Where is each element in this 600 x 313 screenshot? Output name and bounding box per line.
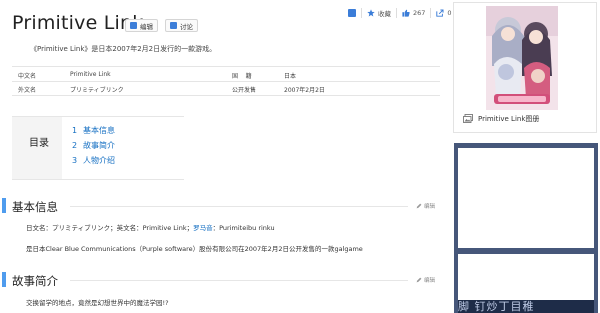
catalog-item-number: 3 bbox=[72, 156, 78, 165]
favorite-button[interactable]: 收藏 bbox=[367, 8, 391, 18]
gallery-icon bbox=[463, 114, 473, 123]
section-edit-label: 编辑 bbox=[424, 278, 436, 284]
divider bbox=[361, 8, 362, 18]
info-divider-bottom bbox=[12, 95, 440, 96]
divider bbox=[396, 8, 397, 18]
story-line-1: 交换留学的地点，竟然是幻想世界中的魔法学园!? bbox=[26, 299, 169, 307]
info-value-release: 2007年2月2日 bbox=[284, 87, 325, 94]
catalog-item-label: 基本信息 bbox=[83, 126, 115, 135]
thumbs-up-icon bbox=[402, 9, 410, 17]
like-count: 267 bbox=[413, 9, 426, 17]
info-value-chinese-name: Primitive Link bbox=[70, 71, 111, 78]
basic-info-line-1: 日文名：プリミティブリンク；英文名：Primitive Link；罗马音：Pur… bbox=[26, 222, 275, 232]
album-cover-image[interactable] bbox=[486, 6, 558, 110]
section-title-basic-info: 基本信息 bbox=[12, 200, 58, 214]
comment-icon bbox=[170, 22, 177, 29]
romaji-link[interactable]: 罗马音 bbox=[193, 224, 213, 232]
section-divider bbox=[70, 206, 408, 207]
favorite-label: 收藏 bbox=[378, 10, 391, 18]
section-title-story: 故事简介 bbox=[12, 274, 58, 288]
info-divider-middle bbox=[12, 81, 440, 82]
catalog-item-number: 1 bbox=[72, 126, 78, 135]
romaji-text: ：Purimiteibu rinku bbox=[212, 224, 275, 232]
pencil-icon bbox=[416, 203, 422, 209]
sidebar-banner-panel bbox=[458, 148, 594, 248]
info-divider-top bbox=[12, 66, 440, 67]
edit-button-label: 编辑 bbox=[140, 22, 153, 31]
share-icon bbox=[436, 9, 444, 17]
share-button[interactable]: 0 bbox=[436, 9, 452, 17]
section-edit-button[interactable]: 编辑 bbox=[416, 276, 435, 284]
album-label[interactable]: Primitive Link图册 bbox=[478, 114, 539, 124]
info-label-foreign-name: 外文名 bbox=[18, 87, 37, 94]
section-marker bbox=[2, 198, 6, 213]
catalog-item-label: 故事简介 bbox=[83, 141, 115, 150]
info-label-chinese-name: 中文名 bbox=[18, 73, 37, 80]
catalog-item-characters[interactable]: 3 人物介绍 bbox=[72, 155, 115, 166]
edit-button[interactable]: 编辑 bbox=[125, 19, 158, 32]
section-marker bbox=[2, 272, 6, 287]
catalog-title: 目录 bbox=[29, 138, 49, 149]
pencil-icon bbox=[130, 22, 137, 29]
action-bar: 收藏 267 0 bbox=[348, 6, 452, 20]
section-edit-label: 编辑 bbox=[424, 204, 436, 210]
section-divider bbox=[70, 280, 408, 281]
page-title: Primitive Link bbox=[12, 12, 144, 34]
section-edit-button[interactable]: 编辑 bbox=[416, 202, 435, 210]
info-value-foreign-name: プリミティブリンク bbox=[70, 87, 124, 94]
info-value-country: 日本 bbox=[284, 73, 297, 80]
discuss-button[interactable]: 讨论 bbox=[165, 19, 198, 32]
catalog-item-story[interactable]: 2 故事简介 bbox=[72, 140, 115, 151]
info-label-country: 国 籍 bbox=[232, 73, 252, 80]
edit-square-icon[interactable] bbox=[348, 9, 356, 17]
divider bbox=[430, 8, 432, 18]
summary-text: 《Primitive Link》是日本2007年2月2日发行的一款游戏。 bbox=[30, 45, 217, 53]
star-icon bbox=[367, 9, 375, 17]
sidebar-banner-text: 脚 钉炒丁目稚 bbox=[458, 300, 594, 313]
discuss-button-label: 讨论 bbox=[180, 22, 193, 31]
catalog-item-number: 2 bbox=[72, 141, 78, 150]
catalog-item-basic-info[interactable]: 1 基本信息 bbox=[72, 125, 115, 136]
pencil-icon bbox=[416, 277, 422, 283]
like-button[interactable]: 267 bbox=[402, 9, 425, 17]
sidebar-banner-panel bbox=[458, 254, 594, 300]
names-text: 日文名：プリミティブリンク；英文名：Primitive Link； bbox=[26, 224, 194, 232]
info-label-release: 公开发售 bbox=[232, 87, 257, 94]
share-count: 0 bbox=[447, 9, 452, 17]
basic-info-line-2: 是日本Clear Blue Communications（Purple soft… bbox=[26, 245, 363, 253]
catalog-item-label: 人物介绍 bbox=[83, 156, 115, 165]
